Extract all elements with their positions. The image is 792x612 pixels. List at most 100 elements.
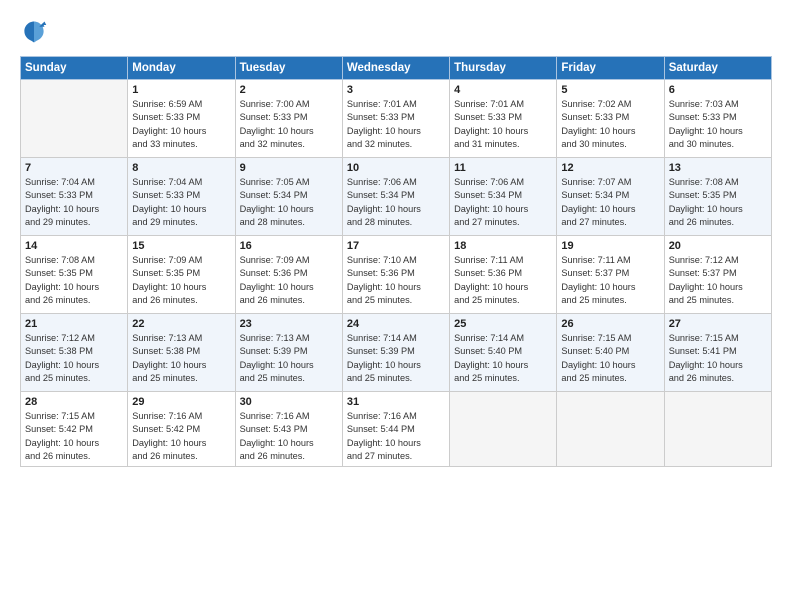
day-cell: 31 Sunrise: 7:16 AMSunset: 5:44 PMDayligh… <box>342 392 449 467</box>
day-number: 24 <box>347 318 445 330</box>
day-number: 4 <box>454 84 552 96</box>
day-cell: 9 Sunrise: 7:05 AMSunset: 5:34 PMDaylight… <box>235 158 342 236</box>
day-number: 9 <box>240 162 338 174</box>
day-cell: 14 Sunrise: 7:08 AMSunset: 5:35 PMDayligh… <box>21 236 128 314</box>
day-cell <box>557 392 664 467</box>
day-info: Sunrise: 7:07 AMSunset: 5:34 PMDaylight:… <box>561 176 659 229</box>
day-number: 28 <box>25 396 123 408</box>
logo-icon <box>20 18 48 46</box>
col-header-friday: Friday <box>557 57 664 80</box>
day-info: Sunrise: 7:08 AMSunset: 5:35 PMDaylight:… <box>669 176 767 229</box>
day-info: Sunrise: 7:06 AMSunset: 5:34 PMDaylight:… <box>454 176 552 229</box>
day-cell: 12 Sunrise: 7:07 AMSunset: 5:34 PMDayligh… <box>557 158 664 236</box>
week-row-4: 21 Sunrise: 7:12 AMSunset: 5:38 PMDayligh… <box>21 314 772 392</box>
day-number: 5 <box>561 84 659 96</box>
day-cell: 3 Sunrise: 7:01 AMSunset: 5:33 PMDaylight… <box>342 80 449 158</box>
week-row-5: 28 Sunrise: 7:15 AMSunset: 5:42 PMDayligh… <box>21 392 772 467</box>
col-header-thursday: Thursday <box>450 57 557 80</box>
week-row-2: 7 Sunrise: 7:04 AMSunset: 5:33 PMDaylight… <box>21 158 772 236</box>
col-header-tuesday: Tuesday <box>235 57 342 80</box>
day-cell: 5 Sunrise: 7:02 AMSunset: 5:33 PMDaylight… <box>557 80 664 158</box>
week-row-3: 14 Sunrise: 7:08 AMSunset: 5:35 PMDayligh… <box>21 236 772 314</box>
page: SundayMondayTuesdayWednesdayThursdayFrid… <box>0 0 792 612</box>
day-cell: 24 Sunrise: 7:14 AMSunset: 5:39 PMDayligh… <box>342 314 449 392</box>
day-cell: 6Sunrise: 7:03 AMSunset: 5:33 PMDaylight… <box>664 80 771 158</box>
day-cell: 22 Sunrise: 7:13 AMSunset: 5:38 PMDayligh… <box>128 314 235 392</box>
day-number: 3 <box>347 84 445 96</box>
day-number: 11 <box>454 162 552 174</box>
col-header-monday: Monday <box>128 57 235 80</box>
day-cell: 19 Sunrise: 7:11 AMSunset: 5:37 PMDayligh… <box>557 236 664 314</box>
day-number: 18 <box>454 240 552 252</box>
day-number: 30 <box>240 396 338 408</box>
day-cell <box>450 392 557 467</box>
day-number: 29 <box>132 396 230 408</box>
day-cell: 28 Sunrise: 7:15 AMSunset: 5:42 PMDayligh… <box>21 392 128 467</box>
day-cell: 10Sunrise: 7:06 AMSunset: 5:34 PMDayligh… <box>342 158 449 236</box>
day-info: Sunrise: 7:11 AMSunset: 5:37 PMDaylight:… <box>561 254 659 307</box>
day-number: 14 <box>25 240 123 252</box>
day-info: Sunrise: 7:16 AMSunset: 5:42 PMDaylight:… <box>132 410 230 463</box>
day-number: 12 <box>561 162 659 174</box>
day-cell <box>664 392 771 467</box>
day-number: 26 <box>561 318 659 330</box>
day-cell: 20 Sunrise: 7:12 AMSunset: 5:37 PMDayligh… <box>664 236 771 314</box>
day-cell: 11 Sunrise: 7:06 AMSunset: 5:34 PMDayligh… <box>450 158 557 236</box>
day-info: Sunrise: 7:01 AMSunset: 5:33 PMDaylight:… <box>454 98 552 151</box>
day-number: 25 <box>454 318 552 330</box>
day-number: 22 <box>132 318 230 330</box>
day-cell: 2 Sunrise: 7:00 AMSunset: 5:33 PMDaylight… <box>235 80 342 158</box>
day-info: Sunrise: 7:12 AMSunset: 5:37 PMDaylight:… <box>669 254 767 307</box>
day-info: Sunrise: 7:12 AMSunset: 5:38 PMDaylight:… <box>25 332 123 385</box>
col-header-wednesday: Wednesday <box>342 57 449 80</box>
day-number: 17 <box>347 240 445 252</box>
day-cell: 21 Sunrise: 7:12 AMSunset: 5:38 PMDayligh… <box>21 314 128 392</box>
day-number: 7 <box>25 162 123 174</box>
day-info: Sunrise: 7:00 AMSunset: 5:33 PMDaylight:… <box>240 98 338 151</box>
day-number: 20 <box>669 240 767 252</box>
day-info: Sunrise: 7:02 AMSunset: 5:33 PMDaylight:… <box>561 98 659 151</box>
day-cell: 7 Sunrise: 7:04 AMSunset: 5:33 PMDaylight… <box>21 158 128 236</box>
day-info: Sunrise: 7:15 AMSunset: 5:40 PMDaylight:… <box>561 332 659 385</box>
day-info: Sunrise: 7:10 AMSunset: 5:36 PMDaylight:… <box>347 254 445 307</box>
day-cell: 13 Sunrise: 7:08 AMSunset: 5:35 PMDayligh… <box>664 158 771 236</box>
day-number: 21 <box>25 318 123 330</box>
day-info: Sunrise: 7:16 AMSunset: 5:43 PMDaylight:… <box>240 410 338 463</box>
day-info: Sunrise: 7:05 AMSunset: 5:34 PMDaylight:… <box>240 176 338 229</box>
day-cell <box>21 80 128 158</box>
day-number: 31 <box>347 396 445 408</box>
day-number: 16 <box>240 240 338 252</box>
day-info: Sunrise: 7:14 AMSunset: 5:39 PMDaylight:… <box>347 332 445 385</box>
day-info: Sunrise: 7:09 AMSunset: 5:35 PMDaylight:… <box>132 254 230 307</box>
day-cell: 4 Sunrise: 7:01 AMSunset: 5:33 PMDaylight… <box>450 80 557 158</box>
day-number: 8 <box>132 162 230 174</box>
day-info: Sunrise: 7:15 AMSunset: 5:42 PMDaylight:… <box>25 410 123 463</box>
day-info: Sunrise: 7:08 AMSunset: 5:35 PMDaylight:… <box>25 254 123 307</box>
col-header-sunday: Sunday <box>21 57 128 80</box>
logo <box>20 18 54 46</box>
day-cell: 8 Sunrise: 7:04 AMSunset: 5:33 PMDaylight… <box>128 158 235 236</box>
day-info: Sunrise: 7:16 AMSunset: 5:44 PMDaylight:… <box>347 410 445 463</box>
day-info: Sunrise: 7:11 AMSunset: 5:36 PMDaylight:… <box>454 254 552 307</box>
day-cell: 16Sunrise: 7:09 AMSunset: 5:36 PMDayligh… <box>235 236 342 314</box>
day-info: Sunrise: 7:14 AMSunset: 5:40 PMDaylight:… <box>454 332 552 385</box>
day-cell: 23Sunrise: 7:13 AMSunset: 5:39 PMDayligh… <box>235 314 342 392</box>
calendar-table: SundayMondayTuesdayWednesdayThursdayFrid… <box>20 56 772 467</box>
day-number: 2 <box>240 84 338 96</box>
day-number: 27 <box>669 318 767 330</box>
day-number: 19 <box>561 240 659 252</box>
day-number: 1 <box>132 84 230 96</box>
day-number: 6 <box>669 84 767 96</box>
day-info: Sunrise: 7:01 AMSunset: 5:33 PMDaylight:… <box>347 98 445 151</box>
day-info: Sunrise: 7:15 AMSunset: 5:41 PMDaylight:… <box>669 332 767 385</box>
day-cell: 30 Sunrise: 7:16 AMSunset: 5:43 PMDayligh… <box>235 392 342 467</box>
day-info: Sunrise: 7:04 AMSunset: 5:33 PMDaylight:… <box>25 176 123 229</box>
week-row-1: 1Sunrise: 6:59 AMSunset: 5:33 PMDaylight… <box>21 80 772 158</box>
day-info: Sunrise: 7:13 AMSunset: 5:38 PMDaylight:… <box>132 332 230 385</box>
day-cell: 15 Sunrise: 7:09 AMSunset: 5:35 PMDayligh… <box>128 236 235 314</box>
day-number: 15 <box>132 240 230 252</box>
day-number: 13 <box>669 162 767 174</box>
day-info: Sunrise: 7:04 AMSunset: 5:33 PMDaylight:… <box>132 176 230 229</box>
day-cell: 29 Sunrise: 7:16 AMSunset: 5:42 PMDayligh… <box>128 392 235 467</box>
day-cell: 25 Sunrise: 7:14 AMSunset: 5:40 PMDayligh… <box>450 314 557 392</box>
